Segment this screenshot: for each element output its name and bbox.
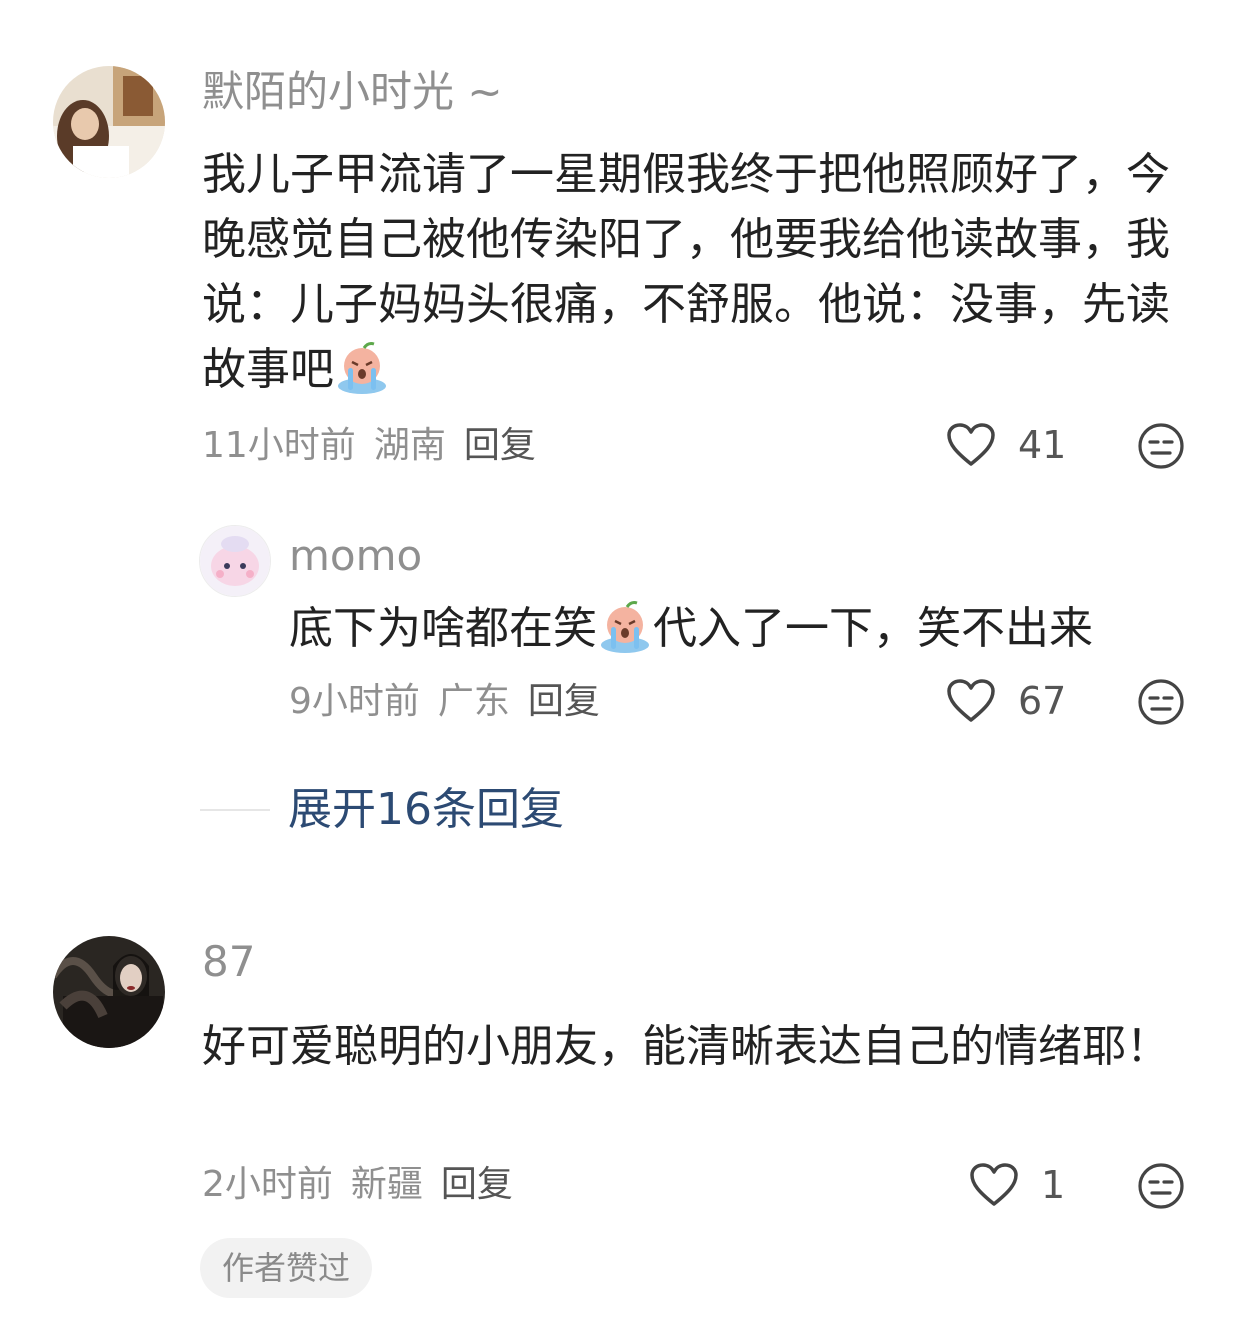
timestamp: 11小时前 <box>202 425 356 466</box>
crying-face-emoji <box>338 342 386 394</box>
author-liked-badge: 作者赞过 <box>200 1238 373 1298</box>
expand-replies-label: 展开16条回复 <box>288 784 564 835</box>
reply-button[interactable]: 回复 <box>441 1164 513 1205</box>
comment-meta: 9小时前 广东 回复 <box>289 680 618 724</box>
reply-button[interactable]: 回复 <box>528 681 600 722</box>
comment-body: 好可爱聪明的小朋友，能清晰表达自己的情绪耶！ <box>202 1021 1170 1072</box>
comment-text: 好可爱聪明的小朋友，能清晰表达自己的情绪耶！ <box>202 1014 1187 1079</box>
heart-outline-icon <box>970 1163 1018 1206</box>
like-count: 67 <box>1018 679 1067 723</box>
expand-replies-button[interactable]: 展开16条回复 <box>200 782 564 838</box>
comment-body: 底下为啥都在笑 <box>289 603 597 654</box>
heart-outline-icon <box>947 679 995 722</box>
like-count: 41 <box>1018 423 1067 467</box>
username[interactable]: 87 <box>202 936 255 988</box>
divider <box>200 809 270 811</box>
like-button[interactable]: 41 <box>946 420 1066 470</box>
comment-text: 我儿子甲流请了一星期假我终于把他照顾好了，今晚感觉自己被他传染阳了，他要我给他读… <box>202 142 1187 402</box>
heart-outline-icon <box>947 423 995 466</box>
like-count: 1 <box>1041 1163 1066 1207</box>
meh-face-icon[interactable] <box>1137 678 1185 726</box>
comment-meta: 2小时前 新疆 回复 <box>202 1163 531 1207</box>
username[interactable]: 默陌的小时光 ~ <box>202 66 503 118</box>
comment-meta: 11小时前 湖南 回复 <box>202 424 554 468</box>
timestamp: 9小时前 <box>289 681 420 722</box>
location: 湖南 <box>373 425 446 466</box>
avatar[interactable] <box>53 936 165 1048</box>
username[interactable]: momo <box>289 530 422 582</box>
reply-button[interactable]: 回复 <box>464 425 536 466</box>
like-button[interactable]: 67 <box>946 676 1066 726</box>
like-button[interactable]: 1 <box>969 1160 1065 1210</box>
comment-text: 底下为啥都在笑 代入了一下，笑不出来 <box>289 596 1189 661</box>
timestamp: 2小时前 <box>202 1164 333 1205</box>
meh-face-icon[interactable] <box>1137 422 1185 470</box>
comment-body-continued: 代入了一下，笑不出来 <box>653 603 1093 654</box>
location: 广东 <box>437 681 510 722</box>
avatar[interactable] <box>199 525 271 597</box>
avatar[interactable] <box>53 66 165 178</box>
crying-face-emoji <box>601 601 649 653</box>
meh-face-icon[interactable] <box>1137 1162 1185 1210</box>
location: 新疆 <box>350 1164 423 1205</box>
